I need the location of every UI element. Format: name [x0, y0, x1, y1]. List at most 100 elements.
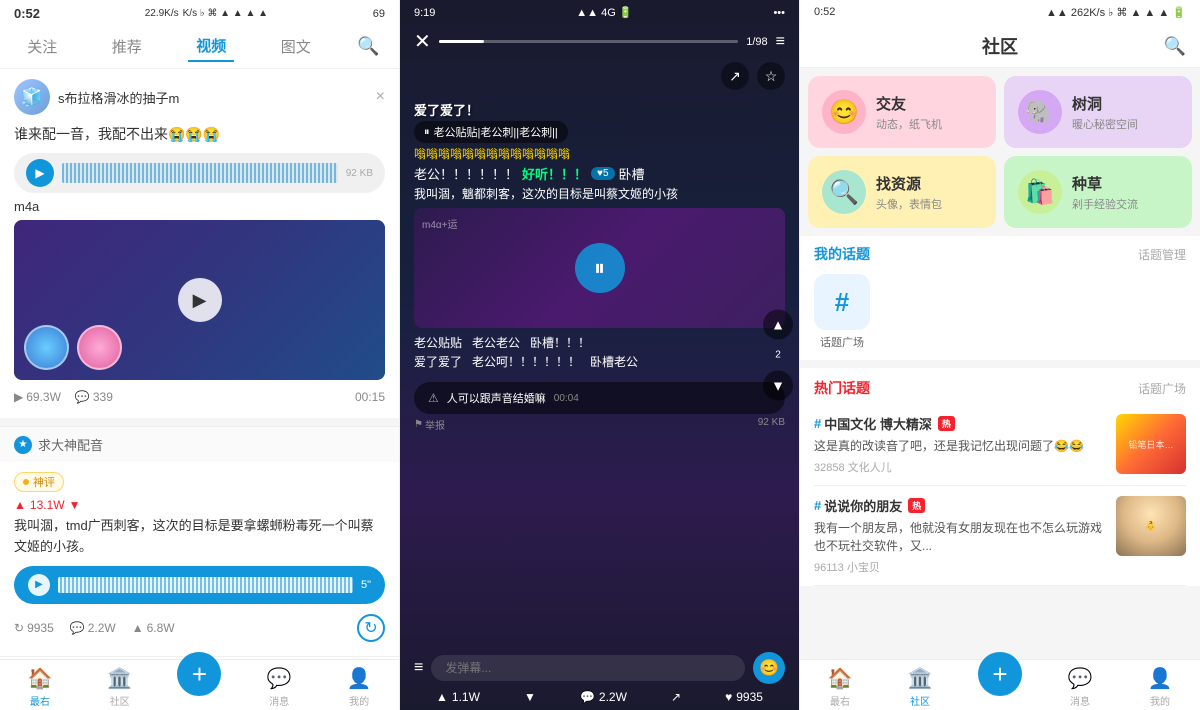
left-nav-tabs: 关注 推荐 视频 图文 🔍 — [0, 27, 399, 69]
left-search-icon[interactable]: 🔍 — [357, 36, 379, 57]
post-card-1: 🧊 s布拉格滑冰的抽子m × 谁来配一音，我配不出来😭😭😭 ▶ 92 KB m4… — [0, 69, 399, 426]
right-add-icon[interactable]: + — [978, 652, 1022, 696]
danmu-line-1: 爱了爱了！ — [414, 100, 785, 119]
topic-plaza-label: 话题广场 — [820, 334, 864, 350]
video-more-btn[interactable]: ≡ — [776, 33, 785, 51]
vid-share[interactable]: ↗ — [671, 690, 681, 704]
video-close-btn[interactable]: ✕ — [414, 29, 431, 54]
video-progress-bar[interactable] — [439, 40, 738, 43]
treehole-icon: 🐘 — [1018, 90, 1062, 134]
grass-sub: 剁手经验交流 — [1072, 196, 1138, 212]
audio-time: 00:04 — [554, 393, 579, 404]
my-topics-header: 我的话题 话题管理 — [800, 236, 1200, 268]
post1-label: m4a — [14, 199, 385, 214]
tab-recommend[interactable]: 推荐 — [104, 32, 150, 61]
hot-item-1-thumb: 铅笔日本… — [1116, 414, 1186, 474]
right-nav-community[interactable]: 🏛️ 社区 — [880, 666, 960, 708]
left-nav-add[interactable]: + — [160, 666, 240, 708]
video-side-actions: ▲ 2 ▼ — [763, 310, 793, 401]
right-nav-add[interactable]: + — [960, 666, 1040, 708]
post2-audio-wave — [58, 577, 353, 593]
hot-topics-section: 热门话题 话题广场 # 中国文化 博大精深 热 这是真的改读音了吧，还是我记忆出… — [800, 368, 1200, 586]
hot-item-2[interactable]: # 说说你的朋友 热 我有一个朋友昂，他就没有女朋友现在也不怎么玩游戏也不玩社交… — [814, 486, 1186, 586]
friendship-icon: 😊 — [822, 90, 866, 134]
mid-network: ▲▲ 4G 🔋 — [576, 6, 632, 19]
hot-topics-action[interactable]: 话题广场 — [1138, 380, 1186, 397]
side-count: 2 — [763, 350, 793, 361]
hot-item-1-count: 32858 文化人儿 — [814, 459, 1106, 475]
audio-meta-row: ⚑ 举报 92 KB — [414, 417, 785, 432]
report-btn[interactable]: ⚑ 举报 — [414, 417, 445, 432]
danmu-control-row: ⏸ 老公贴贴|老公刺||老公刺|| — [414, 121, 785, 143]
vid-upvote[interactable]: ▲ 1.1W — [436, 690, 480, 704]
post1-close-btn[interactable]: × — [376, 88, 385, 106]
post1-play-circle[interactable]: ▶ — [178, 278, 222, 322]
post1-username[interactable]: s布拉格滑冰的抽子m — [58, 88, 368, 107]
add-icon[interactable]: + — [177, 652, 221, 696]
community-icon: 🏛️ — [107, 666, 132, 691]
vid-downvote[interactable]: ▼ — [524, 690, 536, 704]
hot-item-1[interactable]: # 中国文化 博大精深 热 这是真的改读音了吧，还是我记忆出现问题了😂😂 328… — [814, 404, 1186, 486]
hot-item-1-content: # 中国文化 博大精深 热 这是真的改读音了吧，还是我记忆出现问题了😂😂 328… — [814, 414, 1106, 475]
video-pause-btn[interactable]: ⏸ — [575, 243, 625, 293]
card-resources[interactable]: 🔍 找资源 头像，表情包 — [808, 156, 996, 228]
audio-warning-icon: ⚠ — [428, 391, 439, 405]
mid-more-dots[interactable]: ••• — [773, 7, 785, 19]
audio-label: 人可以跟声音结婚嘛 — [447, 390, 546, 406]
friendship-sub: 动态，纸飞机 — [876, 116, 942, 132]
left-nav-community[interactable]: 🏛️ 社区 — [80, 666, 160, 708]
video-share-btn[interactable]: ↗ — [721, 62, 749, 90]
my-topics-action[interactable]: 话题管理 — [1138, 246, 1186, 263]
side-down-btn[interactable]: ▼ — [763, 371, 793, 401]
post2-audio-play[interactable]: ▶ — [28, 574, 50, 596]
side-up-btn[interactable]: ▲ — [763, 310, 793, 340]
video-thumbnail[interactable]: ⏸ m4α+运 — [414, 208, 785, 328]
left-nav-profile[interactable]: 👤 我的 — [319, 666, 399, 708]
left-nav-message[interactable]: 💬 消息 — [239, 666, 319, 708]
send-btn[interactable]: 😊 — [753, 652, 785, 684]
tab-graphic[interactable]: 图文 — [273, 32, 319, 61]
hot-badge-1: 热 — [938, 416, 955, 431]
card-treehole[interactable]: 🐘 树洞 暖心秘密空间 — [1004, 76, 1192, 148]
video-top-controls: ✕ 1/98 ≡ — [400, 25, 799, 58]
tab-video[interactable]: 视频 — [188, 31, 234, 62]
comment-input[interactable] — [431, 655, 745, 681]
video-bookmark-btn[interactable]: ☆ — [757, 62, 785, 90]
post1-views: ▶ 69.3W — [14, 390, 61, 404]
left-battery: 69 — [373, 8, 385, 20]
hot-item-2-thumb: 👶 — [1116, 496, 1186, 556]
vid-comments[interactable]: 💬 2.2W — [580, 690, 627, 704]
grass-title: 种草 — [1072, 173, 1138, 194]
hot-thumb-1-text: 铅笔日本… — [1116, 414, 1186, 474]
refresh-icon[interactable]: ↻ — [357, 614, 385, 642]
post1-audio-play[interactable]: ▶ — [26, 159, 54, 187]
hot-item-1-desc: 这是真的改读音了吧，还是我记忆出现问题了😂😂 — [814, 437, 1106, 455]
resources-sub: 头像，表情包 — [876, 196, 942, 212]
right-nav-profile[interactable]: 👤 我的 — [1120, 666, 1200, 708]
post2-likes: ▲ 6.8W — [132, 621, 175, 635]
mid-panel: 9:19 ▲▲ 4G 🔋 ••• ✕ 1/98 ≡ ↗ ☆ 爱了爱了！ ⏸ 老公… — [400, 0, 800, 710]
post1-chars — [24, 325, 122, 370]
tab-follow[interactable]: 关注 — [19, 32, 65, 61]
right-nav-home[interactable]: 🏠 最右 — [800, 666, 880, 708]
menu-icon[interactable]: ≡ — [414, 659, 423, 677]
right-search-icon[interactable]: 🔍 — [1164, 36, 1186, 57]
hot-topics-title: 热门话题 — [814, 378, 870, 398]
card-grass[interactable]: 🛍️ 种草 剁手经验交流 — [1004, 156, 1192, 228]
post-card-2: 神评 ▲ 13.1W ▼ 我叫涸，tmd广西刺客，这次的目标是要拿螺蛳粉毒死一个… — [0, 462, 399, 657]
right-nav-message[interactable]: 💬 消息 — [1040, 666, 1120, 708]
vid-likes[interactable]: ♥ 9935 — [725, 690, 763, 704]
right-header: 社区 🔍 — [800, 25, 1200, 68]
comment-input-row: ≡ 😊 — [414, 652, 785, 684]
post1-image[interactable]: ▶ — [14, 220, 385, 380]
danmu-area: 爱了爱了！ ⏸ 老公贴贴|老公刺||老公刺|| 嗡嗡嗡嗡嗡嗡嗡嗡嗡嗡嗡嗡嗡 老公… — [400, 94, 799, 374]
video-stats-row: ▲ 1.1W ▼ 💬 2.2W ↗ ♥ 9935 — [414, 690, 785, 704]
char-pink — [77, 325, 122, 370]
topic-plaza[interactable]: # 话题广场 — [814, 274, 870, 350]
hot-item-2-desc: 我有一个朋友昂，他就没有女朋友现在也不怎么玩游戏也不玩社交软件，又... — [814, 519, 1106, 555]
card-friendship[interactable]: 😊 交友 动态，纸飞机 — [808, 76, 996, 148]
video-time: 1/98 — [746, 36, 767, 48]
left-nav-home[interactable]: 🏠 最右 — [0, 666, 80, 708]
danmu-control-badge[interactable]: ⏸ 老公贴贴|老公刺||老公刺|| — [414, 121, 568, 143]
hot-item-2-content: # 说说你的朋友 热 我有一个朋友昂，他就没有女朋友现在也不怎么玩游戏也不玩社交… — [814, 496, 1106, 575]
